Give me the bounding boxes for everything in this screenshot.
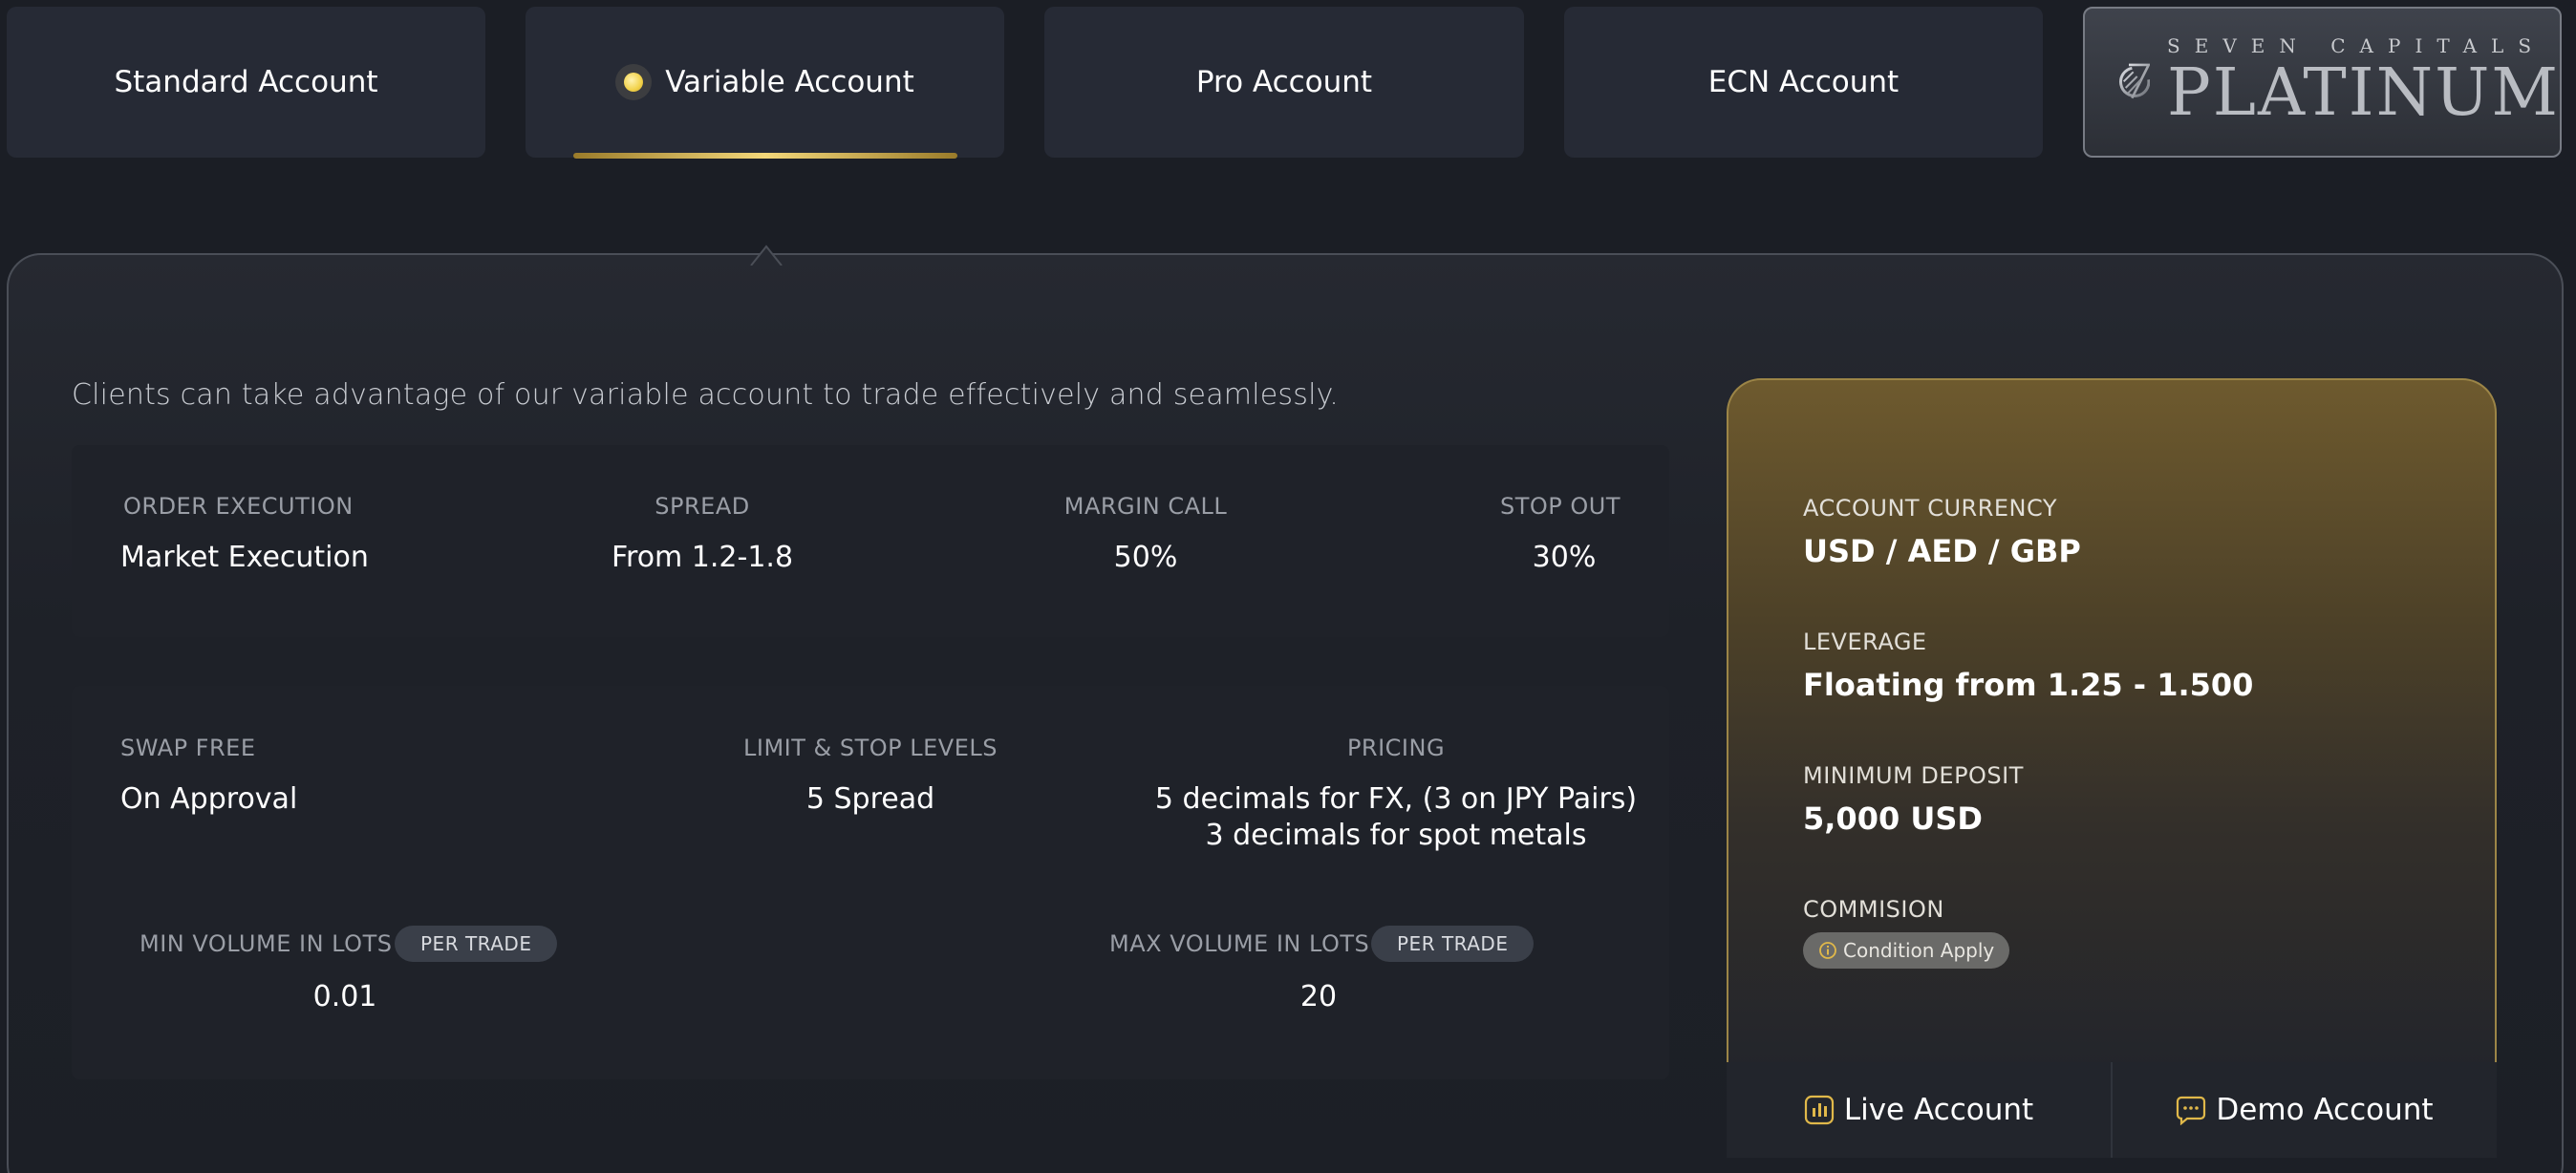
margin-call-label: MARGIN CALL	[1063, 493, 1228, 520]
condition-apply-text: Condition Apply	[1843, 939, 1995, 962]
account-currency-value: USD / AED / GBP	[1803, 533, 2081, 569]
limit-stop-levels-label: LIMIT & STOP LEVELS	[743, 735, 998, 761]
max-volume-per-trade-badge: PER TRADE	[1371, 926, 1535, 962]
minimum-deposit-value: 5,000 USD	[1803, 800, 1983, 837]
leverage-value: Floating from 1.25 - 1.500	[1803, 667, 2254, 703]
min-volume-label: MIN VOLUME IN LOTS	[140, 930, 393, 957]
minimum-deposit-label: MINIMUM DEPOSIT	[1803, 762, 2024, 789]
order-execution-label: ORDER EXECUTION	[123, 493, 354, 520]
spread-value: From 1.2-1.8	[611, 541, 794, 574]
demo-chat-icon	[2177, 1096, 2206, 1125]
tab-label: Variable Account	[665, 65, 914, 99]
demo-account-label: Demo Account	[2216, 1093, 2434, 1127]
tab-variable-account[interactable]: Variable Account	[526, 7, 1004, 158]
tab-ecn-account[interactable]: ECN Account	[1564, 7, 2043, 158]
active-dot-icon	[615, 64, 653, 100]
demo-account-button[interactable]: Demo Account	[2111, 1062, 2497, 1158]
logo-subtitle: SEVEN CAPITALS	[2167, 34, 2546, 57]
condition-apply-badge[interactable]: Condition Apply	[1803, 932, 2010, 969]
tab-platinum-account[interactable]: SEVEN CAPITALS PLATINUM	[2083, 7, 2562, 158]
pricing-label: PRICING	[1346, 735, 1446, 761]
panel-pointer-icon	[750, 245, 783, 269]
tab-pro-account[interactable]: Pro Account	[1044, 7, 1524, 158]
tab-label: Standard Account	[114, 65, 378, 99]
spread-label: SPREAD	[655, 493, 750, 520]
swap-free-value: On Approval	[120, 782, 298, 816]
account-currency-label: ACCOUNT CURRENCY	[1803, 495, 2057, 522]
min-volume-per-trade-badge: PER TRADE	[395, 926, 558, 962]
tab-standard-account[interactable]: Standard Account	[7, 7, 485, 158]
info-icon	[1819, 942, 1836, 959]
tab-label: ECN Account	[1707, 65, 1900, 99]
stop-out-label: STOP OUT	[1499, 493, 1621, 520]
tab-label: Pro Account	[1195, 65, 1373, 99]
stop-out-value: 30%	[1532, 541, 1597, 574]
live-chart-icon	[1804, 1095, 1834, 1125]
leverage-label: LEVERAGE	[1803, 629, 1927, 655]
active-tab-indicator	[573, 153, 957, 159]
max-volume-value: 20	[1299, 980, 1338, 1013]
swap-free-label: SWAP FREE	[120, 735, 256, 761]
margin-call-value: 50%	[1113, 541, 1178, 574]
live-account-button[interactable]: Live Account	[1727, 1062, 2111, 1158]
min-volume-value: 0.01	[312, 980, 377, 1013]
seven-capitals-logo-icon	[2119, 63, 2151, 99]
pricing-value-line2: 3 decimals for spot metals	[1205, 819, 1587, 852]
commission-label: COMMISION	[1803, 896, 1944, 923]
max-volume-label: MAX VOLUME IN LOTS	[1109, 930, 1370, 957]
pricing-value-line1: 5 decimals for FX, (3 on JPY Pairs)	[1154, 782, 1638, 816]
account-description: Clients can take advantage of our variab…	[72, 378, 1340, 412]
account-summary-card: ACCOUNT CURRENCY USD / AED / GBP LEVERAG…	[1727, 378, 2497, 1066]
logo-title: PLATINUM	[2167, 55, 2560, 131]
limit-stop-levels-value: 5 Spread	[805, 782, 935, 816]
order-execution-value: Market Execution	[120, 541, 369, 574]
live-account-label: Live Account	[1843, 1093, 2034, 1127]
account-actions: Live Account Demo Account	[1727, 1062, 2497, 1158]
